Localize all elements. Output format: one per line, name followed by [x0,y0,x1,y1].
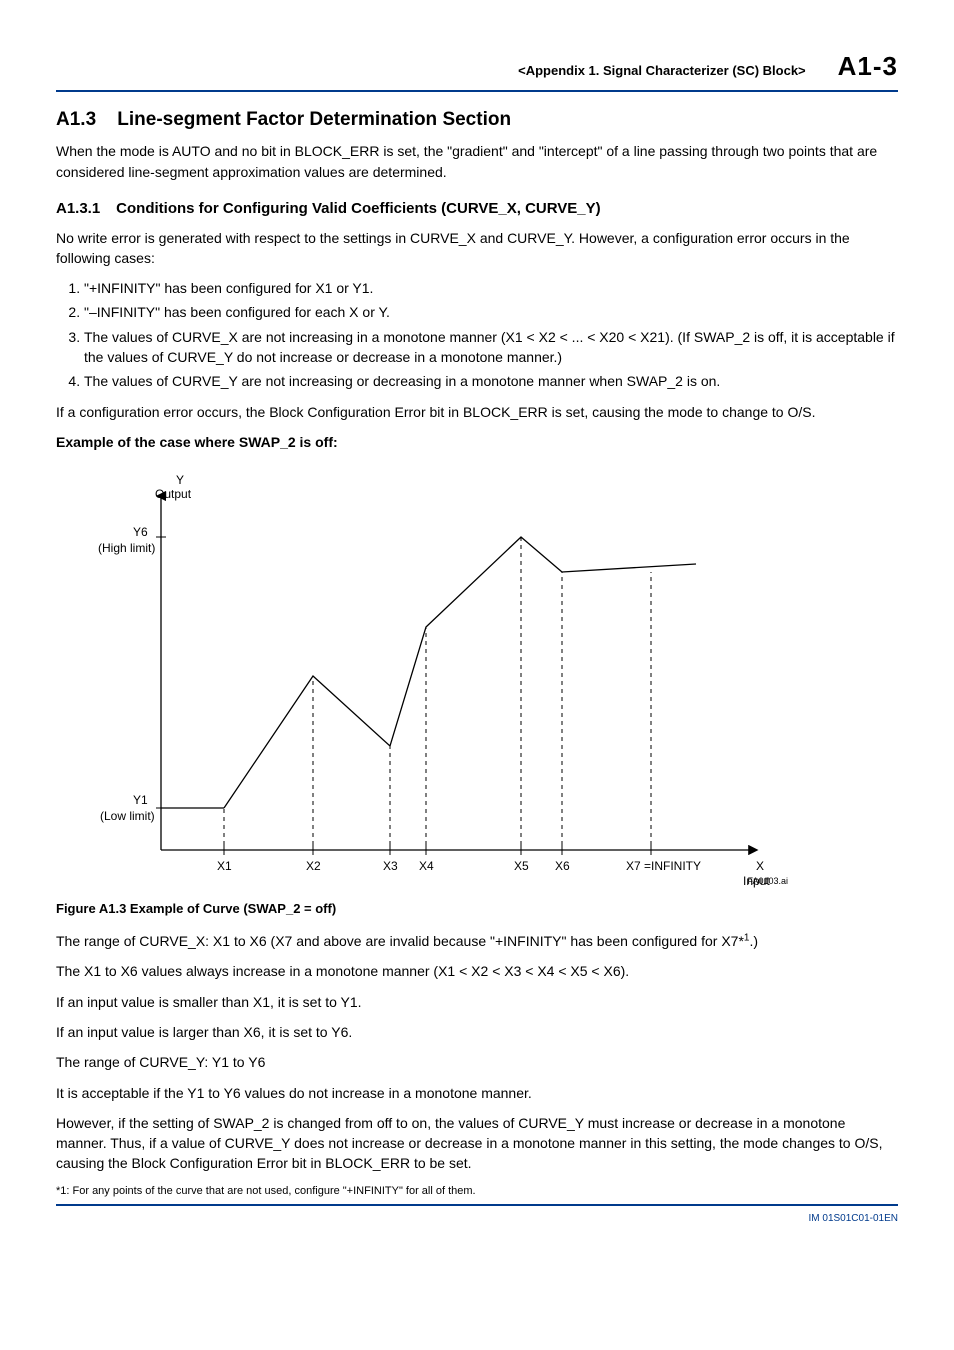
chart-xtick: X4 [419,858,434,875]
header-breadcrumb: <Appendix 1. Signal Characterizer (SC) B… [518,62,806,81]
section-number: A1.3 [56,106,112,134]
body-p7: However, if the setting of SWAP_2 is cha… [56,1113,898,1174]
chart-xtick: X7 =INFINITY [626,858,701,875]
curve-chart: Y Output Y6 (High limit) Y1 (Low limit) … [56,462,796,892]
subsection-title: Conditions for Configuring Valid Coeffic… [116,200,600,217]
section-title: Line-segment Factor Determination Sectio… [117,109,511,130]
body-p4: If an input value is larger than X6, it … [56,1022,898,1042]
chart-xtick: X5 [514,858,529,875]
after-list-paragraph: If a configuration error occurs, the Blo… [56,402,898,422]
document-code: IM 01S01C01-01EN [56,1212,898,1227]
subsection-intro: No write error is generated with respect… [56,228,898,269]
chart-y1-sub: (Low limit) [100,808,155,825]
chart-xtick: X6 [555,858,570,875]
list-item: "+INFINITY" has been configured for X1 o… [84,278,898,298]
list-item: The values of CURVE_Y are not increasing… [84,371,898,391]
footnote: *1: For any points of the curve that are… [56,1184,898,1206]
example-heading: Example of the case where SWAP_2 is off: [56,432,898,452]
body-p1a: The range of CURVE_X: X1 to X6 (X7 and a… [56,933,744,949]
chart-xtick: X2 [306,858,321,875]
body-p3: If an input value is smaller than X1, it… [56,992,898,1012]
chart-y6-label: Y6 [133,524,148,541]
chart-xtick: X3 [383,858,398,875]
figure-caption: Figure A1.3 Example of Curve (SWAP_2 = o… [56,900,898,919]
subsection-number: A1.3.1 [56,198,112,220]
body-p5: The range of CURVE_Y: Y1 to Y6 [56,1052,898,1072]
section-heading: A1.3 Line-segment Factor Determination S… [56,106,898,134]
chart-xtick: X1 [217,858,232,875]
subsection-heading: A1.3.1 Conditions for Configuring Valid … [56,198,898,220]
body-p1b: .) [749,933,758,949]
figure-code: FA0103.ai [747,875,788,888]
conditions-list: "+INFINITY" has been configured for X1 o… [56,278,898,391]
header-page-number: A1-3 [838,48,898,86]
chart-y-label-2: Output [155,486,191,503]
chart-y6-sub: (High limit) [98,540,155,557]
list-item: The values of CURVE_X are not increasing… [84,327,898,368]
page-header: <Appendix 1. Signal Characterizer (SC) B… [56,48,898,92]
figure-wrapper: Y Output Y6 (High limit) Y1 (Low limit) … [56,462,898,892]
chart-y1-label: Y1 [133,792,148,809]
body-p6: It is acceptable if the Y1 to Y6 values … [56,1083,898,1103]
body-p1: The range of CURVE_X: X1 to X6 (X7 and a… [56,931,898,951]
body-p2: The X1 to X6 values always increase in a… [56,961,898,981]
list-item: "–INFINITY" has been configured for each… [84,302,898,322]
section-intro: When the mode is AUTO and no bit in BLOC… [56,141,898,182]
